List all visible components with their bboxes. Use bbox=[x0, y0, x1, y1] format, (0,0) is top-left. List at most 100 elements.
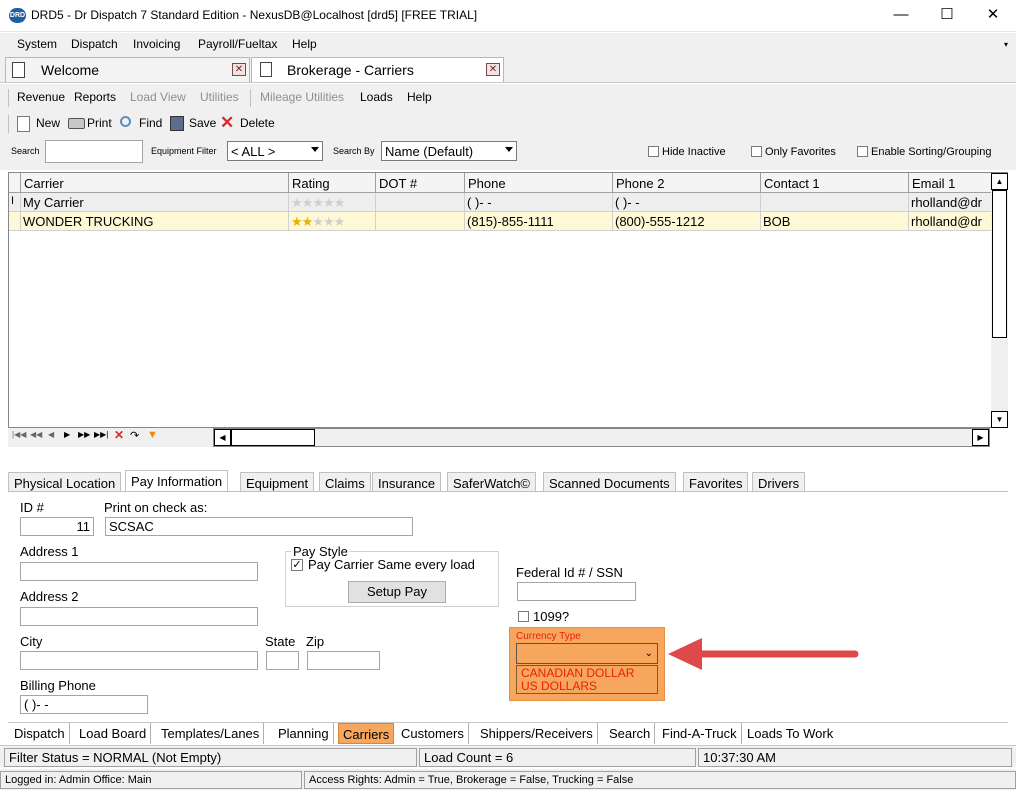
doc-tab-welcome[interactable]: Welcome ✕ bbox=[5, 57, 250, 82]
tab-planning[interactable]: Planning bbox=[274, 723, 334, 744]
scroll-up-icon[interactable]: ▲ bbox=[991, 173, 1008, 190]
currency-option[interactable]: US DOLLARS bbox=[517, 680, 657, 693]
menu-system[interactable]: System bbox=[17, 37, 57, 51]
cell-phone2[interactable]: ( )- - bbox=[613, 193, 761, 212]
currency-options-list[interactable]: CANADIAN DOLLAR US DOLLARS bbox=[516, 665, 658, 694]
new-button[interactable]: New bbox=[36, 116, 60, 130]
hide-inactive-checkbox[interactable] bbox=[648, 146, 659, 157]
horizontal-scrollbar[interactable]: ◀ ▶ bbox=[213, 428, 990, 447]
tab-dispatch[interactable]: Dispatch bbox=[10, 723, 70, 744]
1099-checkbox[interactable] bbox=[518, 611, 529, 622]
last-record-icon[interactable]: ▶▶| bbox=[94, 430, 108, 439]
state-field[interactable] bbox=[266, 651, 299, 670]
tab-search[interactable]: Search bbox=[605, 723, 656, 744]
prev-record-icon[interactable]: ◀ bbox=[48, 430, 54, 439]
federal-id-field[interactable] bbox=[517, 582, 636, 601]
loads-button[interactable]: Loads bbox=[360, 90, 393, 104]
print-button[interactable]: Print bbox=[87, 116, 112, 130]
save-button[interactable]: Save bbox=[189, 116, 216, 130]
next-record-icon[interactable]: ▶ bbox=[64, 430, 70, 439]
tab-find-a-truck[interactable]: Find-A-Truck bbox=[658, 723, 742, 744]
enable-sorting-checkbox[interactable] bbox=[857, 146, 868, 157]
column-header-carrier[interactable]: Carrier bbox=[21, 173, 289, 193]
tab-customers[interactable]: Customers bbox=[397, 723, 469, 744]
scroll-left-icon[interactable]: ◀ bbox=[214, 429, 231, 446]
first-record-icon[interactable]: |◀◀ bbox=[12, 430, 26, 439]
tab-equipment[interactable]: Equipment bbox=[240, 472, 315, 493]
column-header-phone2[interactable]: Phone 2 bbox=[613, 173, 761, 193]
tab-load-board[interactable]: Load Board bbox=[75, 723, 152, 744]
address2-field[interactable] bbox=[20, 607, 258, 626]
column-header-dot[interactable]: DOT # bbox=[376, 173, 465, 193]
tab-scanned-documents[interactable]: Scanned Documents bbox=[543, 472, 676, 493]
menu-overflow-icon[interactable]: ▾ bbox=[1004, 40, 1008, 49]
cell-email[interactable]: rholland@dr bbox=[909, 193, 991, 212]
delete-record-icon[interactable]: ✕ bbox=[114, 428, 124, 442]
cell-rating[interactable]: ★★★★★ bbox=[289, 193, 376, 212]
scroll-thumb[interactable] bbox=[992, 190, 1007, 338]
maximize-button[interactable]: ☐ bbox=[924, 0, 970, 32]
utilities-button[interactable]: Utilities bbox=[200, 90, 239, 104]
prev-page-icon[interactable]: ◀◀ bbox=[30, 430, 42, 439]
menu-invoicing[interactable]: Invoicing bbox=[133, 37, 180, 51]
tab-pay-information[interactable]: Pay Information bbox=[125, 470, 229, 493]
billing-phone-field[interactable]: ( )- - bbox=[20, 695, 148, 714]
reports-button[interactable]: Reports bbox=[74, 90, 116, 104]
find-button[interactable]: Find bbox=[139, 116, 162, 130]
cell-dot[interactable] bbox=[376, 193, 465, 212]
column-header-email1[interactable]: Email 1 bbox=[909, 173, 991, 193]
cell-phone2[interactable]: (800)-555-1212 bbox=[613, 212, 761, 231]
cell-carrier[interactable]: WONDER TRUCKING bbox=[21, 212, 289, 231]
tab-saferwatch[interactable]: SaferWatch© bbox=[447, 472, 537, 493]
doc-tab-brokerage-carriers[interactable]: Brokerage - Carriers ✕ bbox=[251, 57, 504, 82]
column-header-rating[interactable]: Rating bbox=[289, 173, 376, 193]
tab-insurance[interactable]: Insurance bbox=[372, 472, 442, 493]
menu-help[interactable]: Help bbox=[292, 37, 317, 51]
refresh-icon[interactable]: ↷ bbox=[130, 429, 139, 442]
menu-payroll[interactable]: Payroll/Fueltax bbox=[198, 37, 277, 51]
cell-contact[interactable]: BOB bbox=[761, 212, 909, 231]
tab-physical-location[interactable]: Physical Location bbox=[8, 472, 122, 493]
table-row[interactable]: WONDER TRUCKING ★★★★★ (815)-855-1111 (80… bbox=[9, 212, 991, 231]
close-button[interactable]: ✕ bbox=[970, 0, 1016, 32]
menu-dispatch[interactable]: Dispatch bbox=[71, 37, 118, 51]
cell-rating[interactable]: ★★★★★ bbox=[289, 212, 376, 231]
cell-dot[interactable] bbox=[376, 212, 465, 231]
tab-templates-lanes[interactable]: Templates/Lanes bbox=[157, 723, 265, 744]
zip-field[interactable] bbox=[307, 651, 380, 670]
load-view-button[interactable]: Load View bbox=[130, 90, 186, 104]
search-by-select[interactable]: Name (Default) bbox=[381, 141, 517, 161]
currency-type-select[interactable]: ⌄ bbox=[516, 643, 658, 664]
cell-phone[interactable]: ( )- - bbox=[465, 193, 613, 212]
column-header-phone[interactable]: Phone bbox=[465, 173, 613, 193]
scroll-right-icon[interactable]: ▶ bbox=[972, 429, 989, 446]
equipment-filter-select[interactable]: < ALL > bbox=[227, 141, 323, 161]
mileage-utilities-button[interactable]: Mileage Utilities bbox=[260, 90, 344, 104]
id-field[interactable]: 11 bbox=[20, 517, 94, 536]
delete-button[interactable]: Delete bbox=[240, 116, 275, 130]
cell-carrier[interactable]: My Carrier bbox=[21, 193, 289, 212]
minimize-button[interactable]: — bbox=[878, 0, 924, 32]
table-row[interactable]: I My Carrier ★★★★★ ( )- - ( )- - rhollan… bbox=[9, 193, 991, 212]
print-check-field[interactable]: SCSAC bbox=[105, 517, 413, 536]
tab-claims[interactable]: Claims bbox=[319, 472, 371, 493]
city-field[interactable] bbox=[20, 651, 258, 670]
help-button[interactable]: Help bbox=[407, 90, 432, 104]
vertical-scrollbar[interactable]: ▲ ▼ bbox=[991, 173, 1008, 428]
scroll-down-icon[interactable]: ▼ bbox=[991, 411, 1008, 428]
revenue-button[interactable]: Revenue bbox=[17, 90, 65, 104]
column-header-contact1[interactable]: Contact 1 bbox=[761, 173, 909, 193]
close-tab-icon[interactable]: ✕ bbox=[486, 63, 500, 76]
tab-favorites[interactable]: Favorites bbox=[683, 472, 749, 493]
next-page-icon[interactable]: ▶▶ bbox=[78, 430, 90, 439]
setup-pay-button[interactable]: Setup Pay bbox=[348, 581, 446, 603]
cell-contact[interactable] bbox=[761, 193, 909, 212]
tab-loads-to-work[interactable]: Loads To Work bbox=[743, 723, 837, 744]
close-tab-icon[interactable]: ✕ bbox=[232, 63, 246, 76]
scroll-thumb[interactable] bbox=[231, 429, 315, 446]
filter-icon[interactable]: ▼ bbox=[147, 429, 158, 441]
tab-drivers[interactable]: Drivers bbox=[752, 472, 806, 493]
address1-field[interactable] bbox=[20, 562, 258, 581]
tab-carriers[interactable]: Carriers bbox=[338, 723, 395, 744]
cell-phone[interactable]: (815)-855-1111 bbox=[465, 212, 613, 231]
